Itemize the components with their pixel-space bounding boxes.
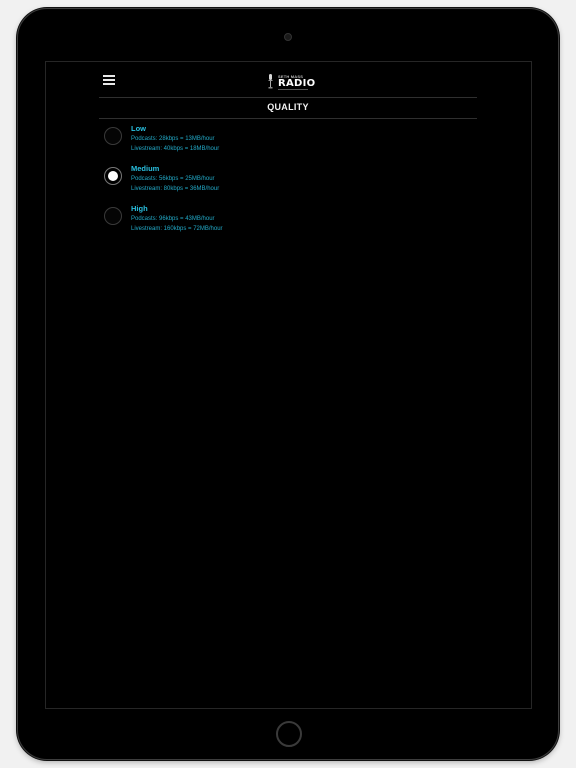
header-divider xyxy=(99,97,477,98)
tablet-device-frame: SETH MASS RADIO QUALITY Low Podcasts: 28… xyxy=(17,8,559,760)
front-camera xyxy=(284,33,292,41)
radio-button-low[interactable] xyxy=(104,127,122,145)
quality-options-list: Low Podcasts: 28kbps = 13MB/hour Livestr… xyxy=(104,124,474,244)
page-title: QUALITY xyxy=(267,102,309,112)
app-screen: SETH MASS RADIO QUALITY Low Podcasts: 28… xyxy=(45,61,532,709)
quality-option-medium[interactable]: Medium Podcasts: 56kbps = 25MB/hour Live… xyxy=(104,164,474,204)
microphone-icon xyxy=(268,74,273,89)
home-button[interactable] xyxy=(276,721,302,747)
option-livestream-info: Livestream: 160kbps = 72MB/hour xyxy=(131,226,223,232)
option-label: Low xyxy=(131,124,146,133)
menu-icon-line xyxy=(103,75,115,77)
option-livestream-info: Livestream: 80kbps = 36MB/hour xyxy=(131,186,220,192)
option-podcasts-info: Podcasts: 28kbps = 13MB/hour xyxy=(131,136,215,142)
logo-big-text: RADIO xyxy=(278,78,316,89)
top-bar: SETH MASS RADIO xyxy=(46,62,531,98)
menu-icon-line xyxy=(103,83,115,85)
option-text: Medium Podcasts: 56kbps = 25MB/hour Live… xyxy=(131,164,219,194)
hamburger-menu-icon[interactable] xyxy=(103,75,115,85)
title-divider xyxy=(99,118,477,119)
option-text: High Podcasts: 96kbps = 43MB/hour Livest… xyxy=(131,204,223,234)
radio-button-medium[interactable] xyxy=(104,167,122,185)
option-livestream-info: Livestream: 40kbps = 18MB/hour xyxy=(131,146,220,152)
app-logo: SETH MASS RADIO xyxy=(266,73,316,93)
option-podcasts-info: Podcasts: 56kbps = 25MB/hour xyxy=(131,176,215,182)
radio-button-high[interactable] xyxy=(104,207,122,225)
logo-tagline-line xyxy=(278,89,308,90)
option-text: Low Podcasts: 28kbps = 13MB/hour Livestr… xyxy=(131,124,219,154)
quality-option-high[interactable]: High Podcasts: 96kbps = 43MB/hour Livest… xyxy=(104,204,474,244)
menu-icon-line xyxy=(103,79,115,81)
radio-selected-dot xyxy=(108,171,118,181)
option-podcasts-info: Podcasts: 96kbps = 43MB/hour xyxy=(131,216,215,222)
option-label: High xyxy=(131,204,148,213)
option-label: Medium xyxy=(131,164,160,173)
quality-option-low[interactable]: Low Podcasts: 28kbps = 13MB/hour Livestr… xyxy=(104,124,474,164)
